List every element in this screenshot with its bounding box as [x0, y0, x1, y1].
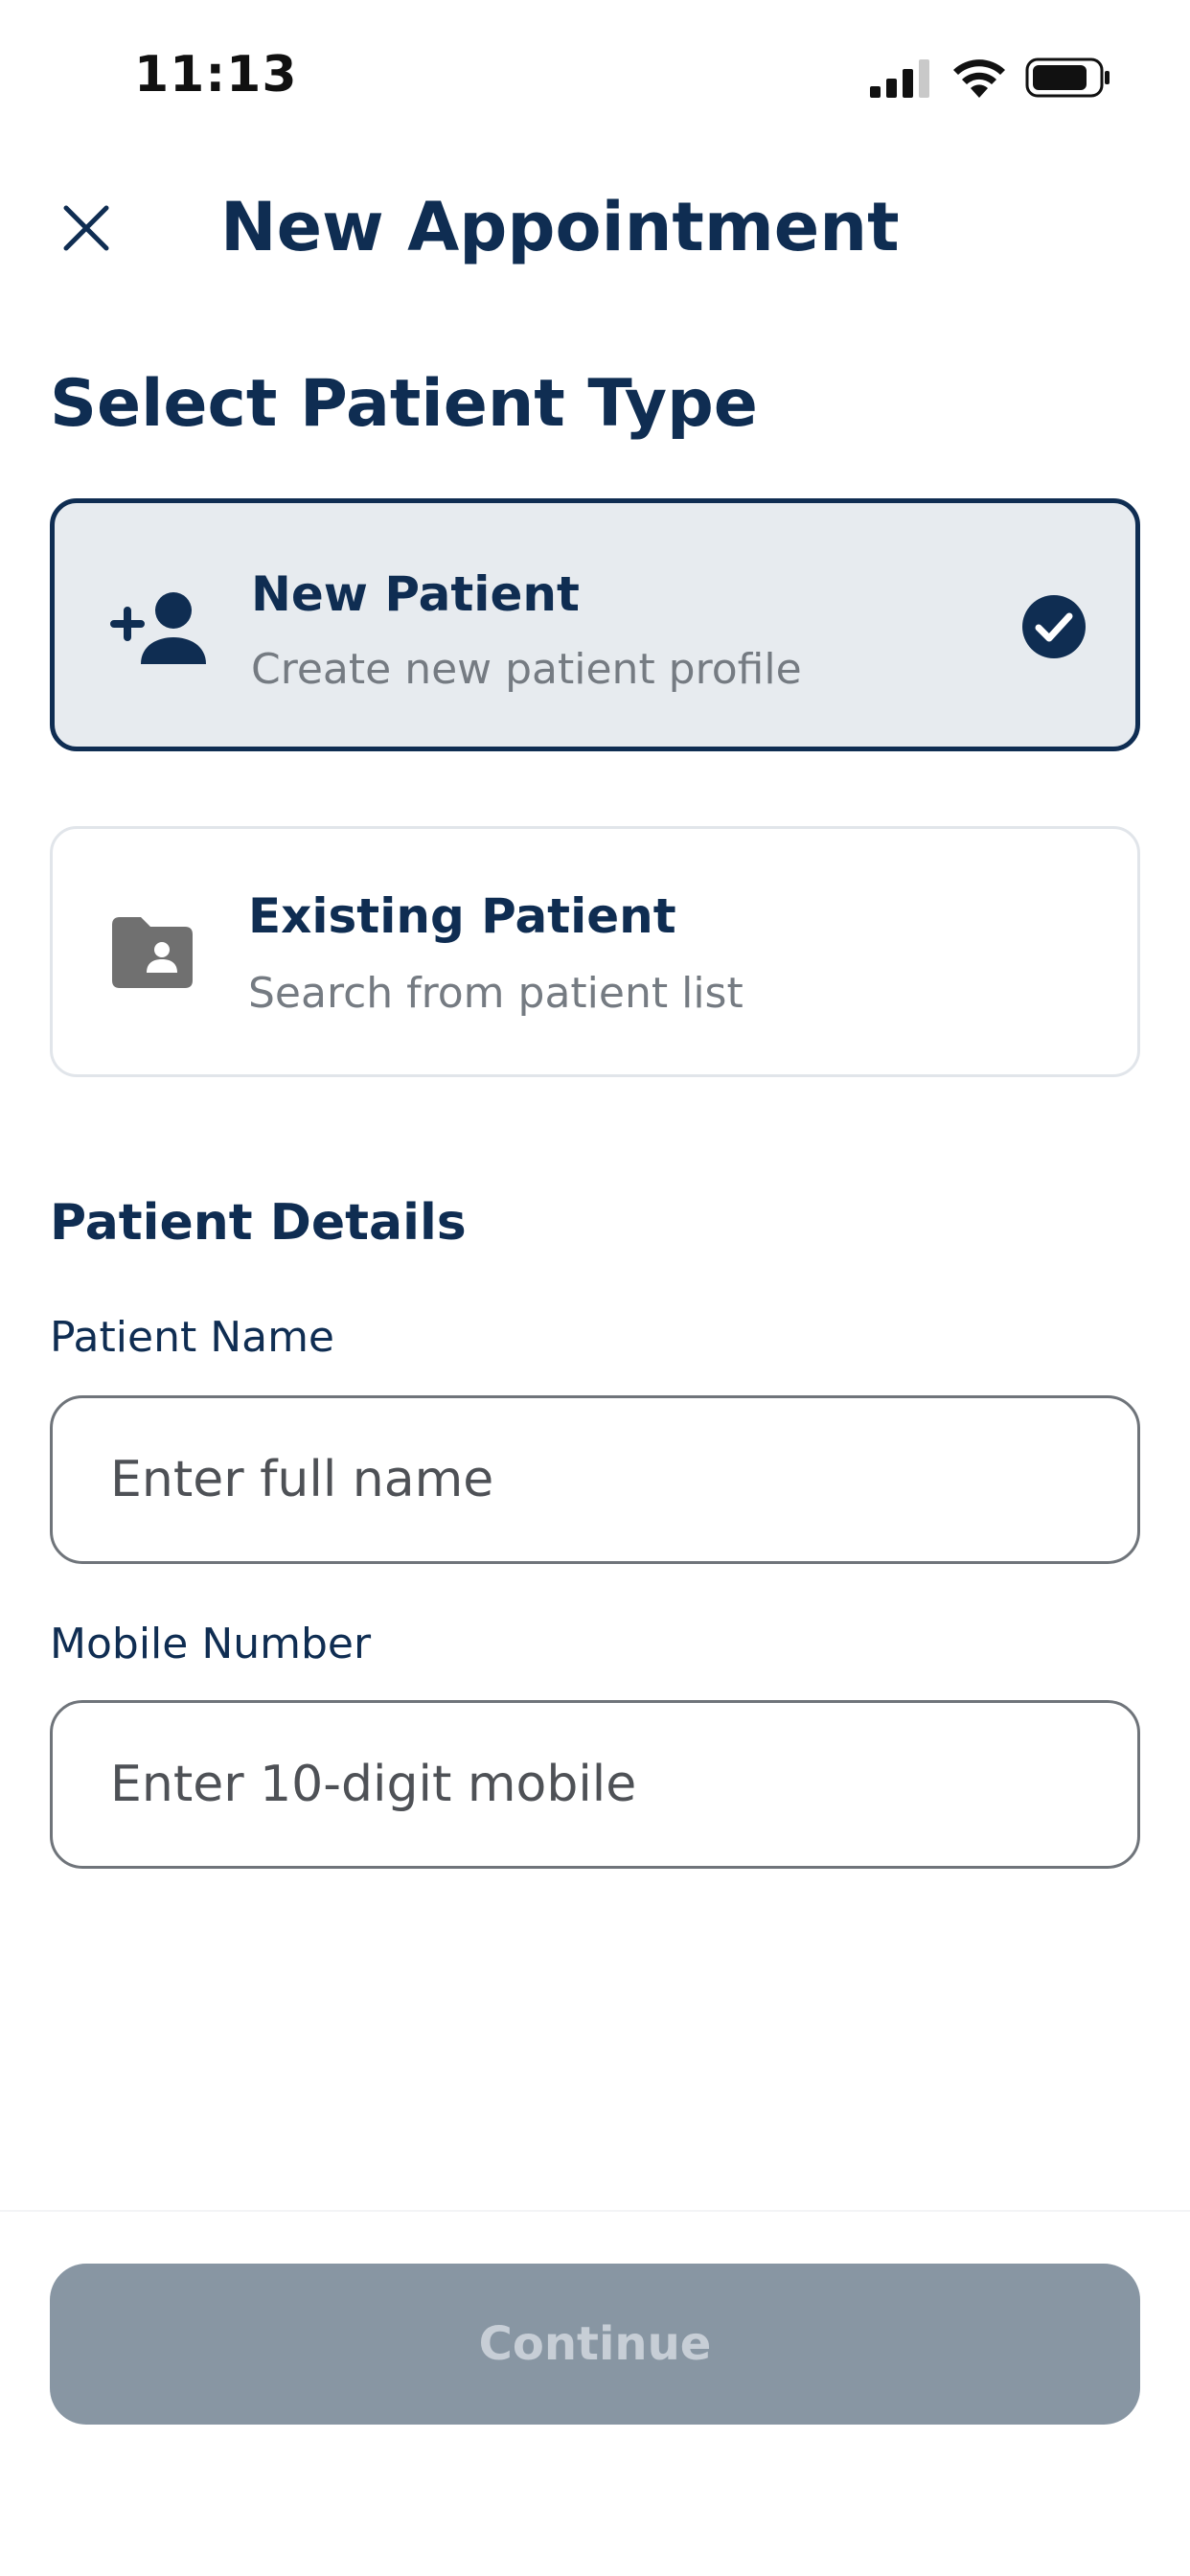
- new-appointment-screen: 11:13 New Appointment Select Patient Typ…: [0, 0, 1190, 2576]
- close-icon: [63, 205, 109, 251]
- continue-button[interactable]: Continue: [50, 2264, 1140, 2425]
- footer-bar: Continue: [0, 2210, 1190, 2576]
- status-bar: 11:13: [0, 0, 1190, 153]
- signal-icon: [870, 59, 929, 98]
- existing-patient-title: Existing Patient: [248, 888, 676, 944]
- existing-patient-option[interactable]: Existing Patient Search from patient lis…: [50, 826, 1140, 1077]
- mobile-number-input[interactable]: [50, 1700, 1140, 1869]
- new-patient-option[interactable]: New Patient Create new patient profile: [50, 498, 1140, 751]
- page-title: New Appointment: [220, 188, 900, 266]
- check-circle-icon: [1022, 595, 1086, 658]
- new-patient-title: New Patient: [251, 566, 580, 622]
- wifi-icon: [953, 59, 1005, 98]
- mobile-number-label: Mobile Number: [50, 1620, 372, 1668]
- existing-patient-subtitle: Search from patient list: [248, 969, 744, 1018]
- battery-icon: [1025, 58, 1110, 98]
- folder-person-icon: [112, 917, 193, 988]
- patient-name-label: Patient Name: [50, 1313, 334, 1362]
- patient-type-heading: Select Patient Type: [50, 366, 758, 442]
- patient-name-input[interactable]: [50, 1395, 1140, 1564]
- new-patient-subtitle: Create new patient profile: [251, 645, 802, 694]
- patient-details-heading: Patient Details: [50, 1194, 467, 1252]
- status-time: 11:13: [134, 46, 298, 104]
- close-button[interactable]: [48, 190, 125, 266]
- person-add-icon: [110, 592, 206, 664]
